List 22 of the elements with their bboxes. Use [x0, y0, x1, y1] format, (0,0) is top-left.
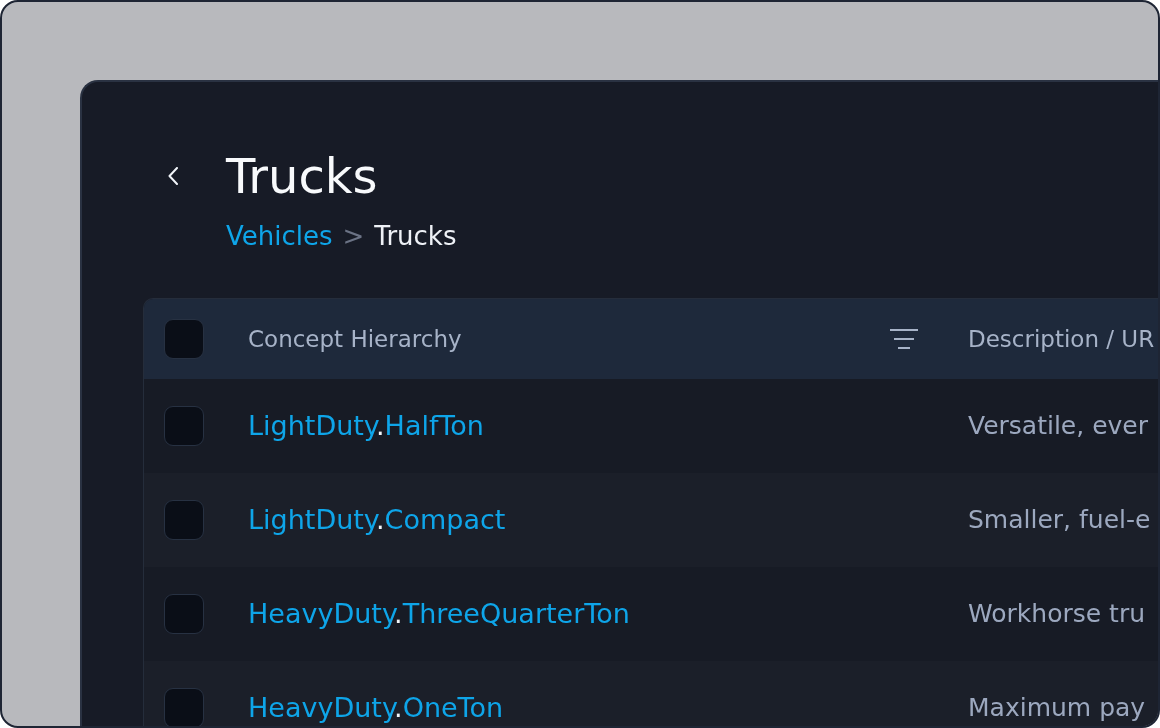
concept-link[interactable]: LightDuty.Compact [248, 504, 506, 535]
concept-link[interactable]: HeavyDuty.OneTon [248, 692, 504, 723]
description-text: Workhorse tru [968, 599, 1145, 628]
column-header: Description / UR [968, 326, 1155, 352]
checkbox[interactable] [164, 688, 204, 726]
filter-button[interactable] [890, 329, 918, 349]
checkbox[interactable] [164, 319, 204, 359]
description-text: Maximum pay [968, 693, 1146, 722]
breadcrumb-link[interactable]: Vehicles [226, 220, 333, 252]
checkbox[interactable] [164, 500, 204, 540]
page-title: Trucks [226, 148, 379, 204]
description-text: Smaller, fuel-e [968, 505, 1151, 534]
checkbox[interactable] [164, 594, 204, 634]
chevron-left-icon [168, 167, 178, 185]
column-header: Concept Hierarchy [248, 326, 462, 352]
breadcrumb-current: Trucks [374, 220, 457, 252]
checkbox[interactable] [164, 406, 204, 446]
breadcrumb-separator: > [342, 220, 365, 252]
description-text: Versatile, ever [968, 411, 1148, 440]
concept-link[interactable]: LightDuty.HalfTon [248, 410, 484, 441]
concept-link[interactable]: HeavyDuty.ThreeQuarterTon [248, 598, 630, 629]
filter-icon [890, 329, 918, 349]
